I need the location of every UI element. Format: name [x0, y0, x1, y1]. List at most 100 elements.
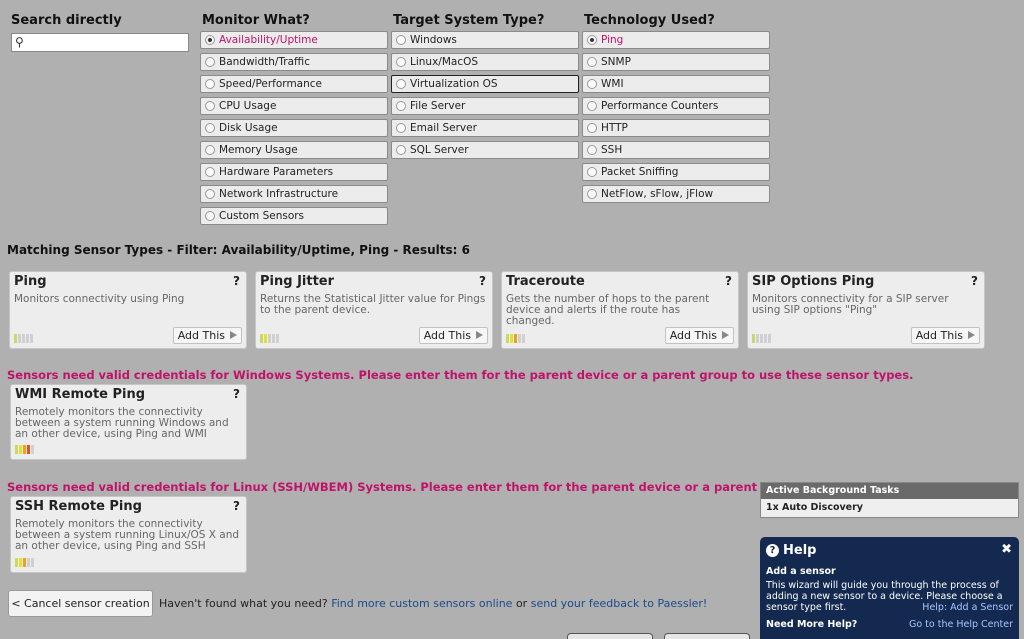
- option-label: SNMP: [601, 56, 631, 68]
- target-option[interactable]: SQL Server: [391, 141, 579, 159]
- tech-option[interactable]: Packet Sniffing: [582, 163, 770, 181]
- meter-segment: [272, 334, 275, 343]
- tech-option[interactable]: SSH: [582, 141, 770, 159]
- target-option[interactable]: Windows: [391, 31, 579, 49]
- meter-segment: [510, 334, 513, 343]
- help-question-icon[interactable]: ?: [479, 274, 486, 288]
- footer-prefix: Haven't found what you need?: [159, 597, 328, 610]
- meter-segment: [768, 334, 771, 343]
- performance-impact-meter: [14, 334, 33, 343]
- option-label: NetFlow, sFlow, jFlow: [601, 188, 714, 200]
- monitor-option[interactable]: Memory Usage: [200, 141, 388, 159]
- sensor-card-title: SSH Remote Ping: [15, 499, 142, 514]
- monitor-option[interactable]: Disk Usage: [200, 119, 388, 137]
- help-add-sensor-link[interactable]: Help: Add a Sensor: [922, 602, 1013, 613]
- help-question-icon[interactable]: ?: [725, 274, 732, 288]
- radio-icon: [587, 167, 597, 177]
- option-label: Speed/Performance: [219, 78, 322, 90]
- tech-option[interactable]: NetFlow, sFlow, jFlow: [582, 185, 770, 203]
- help-question-icon[interactable]: ?: [233, 274, 240, 288]
- feedback-link[interactable]: send your feedback to Paessler!: [531, 597, 708, 610]
- option-label: Packet Sniffing: [601, 166, 679, 178]
- help-question-icon[interactable]: ?: [971, 274, 978, 288]
- help-question-icon[interactable]: ?: [233, 499, 240, 513]
- target-option[interactable]: Virtualization OS: [391, 75, 579, 93]
- add-this-label: Add This: [177, 329, 225, 342]
- radio-icon: [587, 145, 597, 155]
- target-option[interactable]: File Server: [391, 97, 579, 115]
- monitor-heading: Monitor What?: [202, 13, 310, 28]
- meter-segment: [30, 334, 33, 343]
- radio-icon: [205, 145, 215, 155]
- background-task-item[interactable]: 1x Auto Discovery: [761, 499, 1018, 516]
- option-label: Memory Usage: [219, 144, 298, 156]
- hidden-button-edge[interactable]: [664, 633, 750, 639]
- radio-icon: [587, 79, 597, 89]
- radio-icon: [396, 101, 406, 111]
- radio-icon: [396, 57, 406, 67]
- option-label: Linux/MacOS: [410, 56, 479, 68]
- option-label: CPU Usage: [219, 100, 277, 112]
- option-label: Windows: [410, 34, 457, 46]
- meter-segment: [756, 334, 759, 343]
- background-tasks-panel: Active Background Tasks 1x Auto Discover…: [760, 482, 1019, 518]
- sensor-card-title: Ping: [14, 274, 47, 289]
- sensor-card-description: Monitors connectivity for a SIP server u…: [752, 293, 949, 316]
- tech-option[interactable]: SNMP: [582, 53, 770, 71]
- search-icon: ⚲: [15, 35, 24, 49]
- meter-segment: [276, 334, 279, 343]
- target-option[interactable]: Linux/MacOS: [391, 53, 579, 71]
- meter-segment: [518, 334, 521, 343]
- monitor-option[interactable]: Bandwidth/Traffic: [200, 53, 388, 71]
- cancel-sensor-creation-button[interactable]: < Cancel sensor creation: [8, 590, 153, 617]
- footer-help-line: Haven't found what you need? Find more c…: [159, 597, 707, 610]
- option-label: Availability/Uptime: [219, 34, 318, 46]
- target-option[interactable]: Email Server: [391, 119, 579, 137]
- meter-segment: [752, 334, 755, 343]
- monitor-option[interactable]: CPU Usage: [200, 97, 388, 115]
- monitor-option[interactable]: Custom Sensors: [200, 207, 388, 225]
- sensor-card-description: Returns the Statistical Jitter value for…: [260, 293, 486, 316]
- add-this-button[interactable]: Add This: [910, 327, 980, 344]
- radio-icon: [396, 145, 406, 155]
- option-label: Bandwidth/Traffic: [219, 56, 310, 68]
- option-label: Network Infrastructure: [219, 188, 339, 200]
- monitor-option[interactable]: Hardware Parameters: [200, 163, 388, 181]
- performance-impact-meter: [260, 334, 279, 343]
- sensor-card[interactable]: Ping? Monitors connectivity using Ping Add…: [9, 271, 247, 349]
- background-tasks-heading: Active Background Tasks: [761, 483, 1018, 499]
- add-this-button[interactable]: Add This: [664, 327, 734, 344]
- tech-option[interactable]: Performance Counters: [582, 97, 770, 115]
- radio-icon: [396, 79, 406, 89]
- monitor-option[interactable]: Network Infrastructure: [200, 185, 388, 203]
- monitor-option[interactable]: Availability/Uptime: [200, 31, 388, 49]
- custom-sensors-link[interactable]: Find more custom sensors online: [331, 597, 512, 610]
- close-icon[interactable]: ✖: [1001, 542, 1012, 557]
- sensor-card[interactable]: Ping Jitter? Returns the Statistical Jitt…: [255, 271, 493, 349]
- help-center-link[interactable]: Go to the Help Center: [909, 619, 1013, 630]
- sensor-card[interactable]: SIP Options Ping? Monitors connectivity f…: [747, 271, 985, 349]
- windows-credentials-warning: Sensors need valid credentials for Windo…: [7, 368, 914, 382]
- option-label: Email Server: [410, 122, 477, 134]
- add-this-button[interactable]: Add This: [172, 327, 242, 344]
- tech-option[interactable]: HTTP: [582, 119, 770, 137]
- add-this-button[interactable]: Add This: [418, 327, 488, 344]
- add-this-label: Add This: [423, 329, 471, 342]
- meter-segment: [260, 334, 263, 343]
- help-question-icon[interactable]: ?: [233, 387, 240, 401]
- sensor-card-description: Remotely monitors the connectivity betwe…: [15, 406, 229, 440]
- meter-segment: [22, 334, 25, 343]
- search-input[interactable]: ⚲: [11, 33, 189, 52]
- sensor-card[interactable]: SSH Remote Ping? Remotely monitors the co…: [10, 496, 247, 573]
- sensor-card-description: Gets the number of hops to the parent de…: [506, 293, 710, 327]
- help-icon: ?: [766, 544, 779, 557]
- monitor-option[interactable]: Speed/Performance: [200, 75, 388, 93]
- tech-option[interactable]: WMI: [582, 75, 770, 93]
- hidden-button-edge[interactable]: [567, 633, 653, 639]
- radio-icon: [396, 35, 406, 45]
- option-label: File Server: [410, 100, 466, 112]
- sensor-card[interactable]: WMI Remote Ping? Remotely monitors the co…: [10, 384, 247, 460]
- tech-option[interactable]: Ping: [582, 31, 770, 49]
- radio-icon: [587, 189, 597, 199]
- sensor-card[interactable]: Traceroute? Gets the number of hops to th…: [501, 271, 739, 349]
